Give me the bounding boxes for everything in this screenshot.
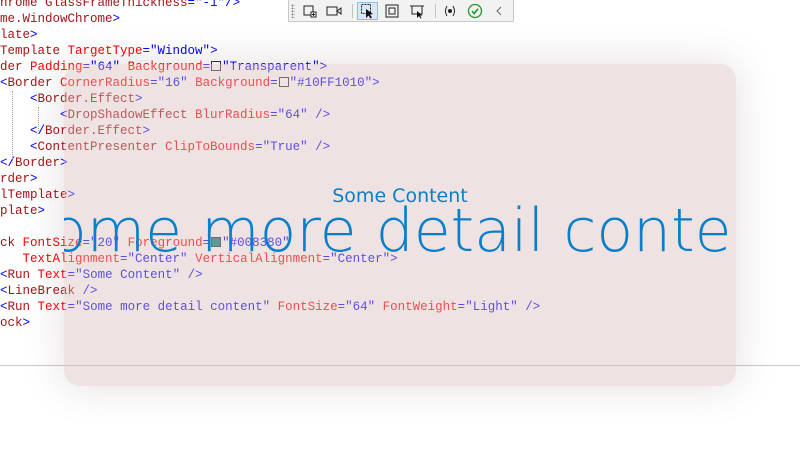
code-token: > xyxy=(112,12,121,26)
select-element-button[interactable] xyxy=(299,2,321,20)
code-token: ock xyxy=(0,316,23,330)
code-token: < xyxy=(0,140,38,154)
code-token: late xyxy=(0,28,31,42)
runtime-toolbar xyxy=(288,0,514,22)
code-line[interactable]: Template TargetType="Window"> xyxy=(0,43,540,59)
checkmark-icon xyxy=(467,3,482,18)
track-focus-icon xyxy=(445,5,456,16)
code-token: < xyxy=(0,284,8,298)
video-camera-icon xyxy=(326,6,342,15)
pointer-select-icon xyxy=(360,3,373,18)
glass-window[interactable]: Some Content Some more detail content xyxy=(64,64,736,386)
code-token: rder xyxy=(0,172,31,186)
code-token: < xyxy=(0,92,38,106)
code-token: < xyxy=(0,76,8,90)
collapse-toolbar-button[interactable] xyxy=(489,2,511,20)
select-pointer-button[interactable] xyxy=(356,1,379,20)
code-token: Border xyxy=(15,156,61,170)
code-token: > xyxy=(37,204,46,218)
indent-guide xyxy=(12,91,13,163)
code-token: > xyxy=(22,316,31,330)
track-focus-button[interactable] xyxy=(440,2,462,20)
indent-guide xyxy=(38,107,39,131)
record-button[interactable] xyxy=(323,2,345,20)
code-token: der xyxy=(0,60,23,74)
code-token: lTemplate xyxy=(0,188,68,202)
code-token: me.WindowChrome xyxy=(0,12,113,26)
code-token: Border xyxy=(7,76,53,90)
code-token: > xyxy=(30,172,38,186)
code-token: Run xyxy=(7,300,31,314)
code-token: Text xyxy=(30,300,68,314)
code-token: Run xyxy=(7,268,31,282)
layout-adorner-icon xyxy=(409,5,424,18)
toolbar-separator xyxy=(434,3,436,18)
collapse-chevron-icon xyxy=(496,6,502,15)
code-token: = xyxy=(187,0,196,10)
code-token: < xyxy=(0,300,8,314)
code-token: ck xyxy=(0,236,16,250)
toolbar-grip[interactable] xyxy=(291,3,295,18)
code-token: < xyxy=(0,268,8,282)
hot-reload-status[interactable] xyxy=(464,2,486,20)
text-block: Some Content Some more detail content xyxy=(64,64,736,386)
code-token: /> xyxy=(225,0,241,10)
code-token: > xyxy=(210,44,218,58)
code-token: "-1" xyxy=(195,0,226,10)
code-token: "Window" xyxy=(150,44,211,58)
code-token: < xyxy=(0,108,68,122)
code-token: Text xyxy=(30,268,68,282)
code-token: > xyxy=(30,28,38,42)
code-token: hrome GlassFrameThickness xyxy=(0,0,188,10)
code-token: = xyxy=(142,44,151,58)
layout-adorners-button[interactable] xyxy=(406,2,428,20)
select-element-icon xyxy=(303,5,317,17)
code-token: Template xyxy=(0,44,61,58)
detail-content-text: Some more detail content xyxy=(64,196,736,266)
display-adorners-button[interactable] xyxy=(381,2,403,20)
toolbar-separator xyxy=(351,3,353,18)
code-line[interactable]: late> xyxy=(0,27,540,43)
code-token: plate xyxy=(0,204,38,218)
focus-rectangle-icon xyxy=(385,4,399,17)
code-token: TargetType xyxy=(60,44,143,58)
